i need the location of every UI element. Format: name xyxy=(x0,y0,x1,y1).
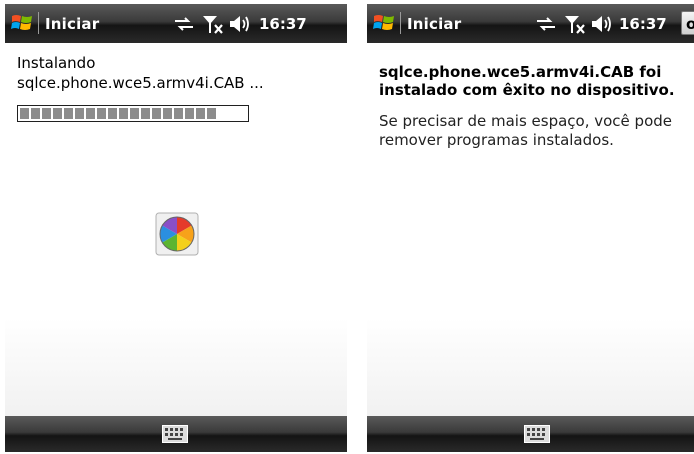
progress-segment xyxy=(185,108,194,119)
storage-hint-message: Se precisar de mais espaço, você pode re… xyxy=(379,112,672,149)
start-title[interactable]: Iniciar xyxy=(45,15,99,33)
clock[interactable]: 16:37 xyxy=(259,15,307,33)
install-success-message: sqlce.phone.wce5.armv4i.CAB foi instalad… xyxy=(379,63,675,99)
progress-segment xyxy=(97,108,106,119)
windows-start-flag-icon[interactable] xyxy=(10,11,34,35)
title-bar: Iniciar 16:37 xyxy=(5,4,347,43)
status-icons xyxy=(173,13,273,35)
progress-segment xyxy=(20,108,29,119)
installing-file-name: sqlce.phone.wce5.armv4i.CAB ... xyxy=(17,74,264,92)
progress-segment xyxy=(108,108,117,119)
title-separator xyxy=(400,12,401,34)
title-separator xyxy=(38,12,39,34)
title-bar: Iniciar 16:37 ok xyxy=(367,4,694,43)
install-progress-bar xyxy=(17,105,249,122)
progress-segment xyxy=(119,108,128,119)
progress-segment xyxy=(141,108,150,119)
keyboard-icon[interactable] xyxy=(162,425,188,443)
installing-screen: Iniciar 16:37 Instalando sqlce.phone.wce… xyxy=(5,4,347,452)
keyboard-icon[interactable] xyxy=(524,425,550,443)
progress-fill xyxy=(20,108,246,119)
progress-segment xyxy=(207,108,216,119)
progress-segment xyxy=(42,108,51,119)
clock[interactable]: 16:37 xyxy=(619,15,667,33)
progress-segment xyxy=(31,108,40,119)
installed-screen: Iniciar 16:37 ok sqlce.phone.wce5.armv4i… xyxy=(367,4,694,452)
progress-segment xyxy=(86,108,95,119)
no-signal-icon[interactable] xyxy=(563,13,587,35)
sync-arrows-icon[interactable] xyxy=(173,13,195,35)
progress-segment xyxy=(75,108,84,119)
progress-segment xyxy=(163,108,172,119)
installing-label: Instalando xyxy=(17,54,96,72)
no-signal-icon[interactable] xyxy=(201,13,225,35)
ok-button[interactable]: ok xyxy=(681,11,694,35)
speaker-icon[interactable] xyxy=(591,13,613,35)
start-title[interactable]: Iniciar xyxy=(407,15,461,33)
speaker-icon[interactable] xyxy=(229,13,251,35)
busy-wheel-icon xyxy=(155,212,199,256)
windows-start-flag-icon[interactable] xyxy=(372,11,396,35)
progress-segment xyxy=(64,108,73,119)
soft-key-bar xyxy=(5,416,347,452)
progress-segment xyxy=(196,108,205,119)
progress-segment xyxy=(130,108,139,119)
soft-key-bar xyxy=(367,416,694,452)
progress-segment xyxy=(152,108,161,119)
progress-segment xyxy=(53,108,62,119)
progress-segment xyxy=(174,108,183,119)
sync-arrows-icon[interactable] xyxy=(535,13,557,35)
